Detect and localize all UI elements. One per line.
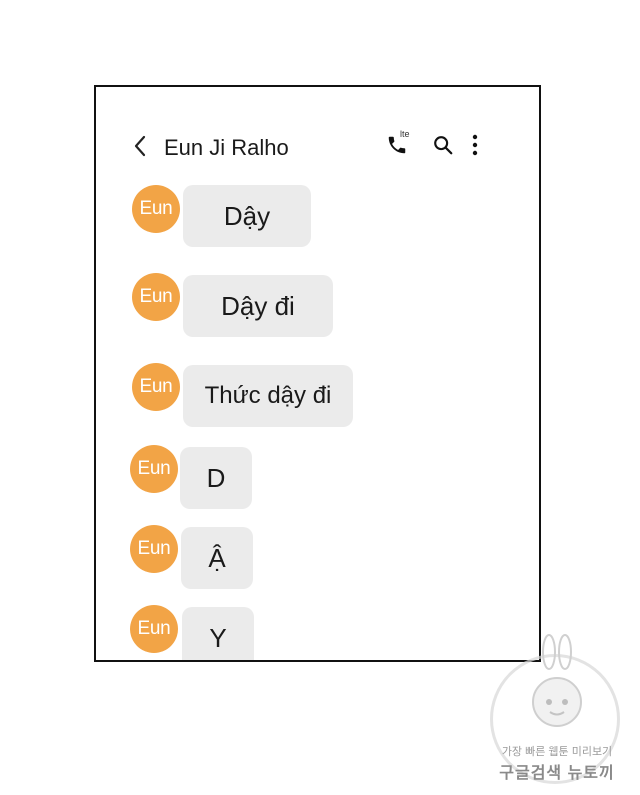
message-bubble: Thức dậy đi (183, 365, 353, 427)
more-options-button[interactable] (466, 131, 484, 159)
more-vertical-icon (472, 134, 478, 156)
search-icon (434, 136, 453, 155)
call-badge: lte (400, 129, 410, 139)
message-bubble: D (180, 447, 252, 509)
watermark: 가장 빠른 웹툰 미리보기 구글검색 뉴토끼 (482, 632, 632, 784)
mascot-face-icon (532, 677, 582, 727)
watermark-site: 구글검색 뉴토끼 (499, 765, 615, 782)
avatar[interactable]: Eun (132, 185, 180, 233)
phone-screen: Eun Ji Ralho lte Eun Dậy Eun Dậy đi Eun (94, 85, 541, 662)
search-button[interactable] (430, 131, 456, 159)
message-bubble: Ậ (181, 527, 253, 589)
avatar[interactable]: Eun (130, 605, 178, 653)
chat-header: Eun Ji Ralho lte (96, 127, 539, 167)
avatar[interactable]: Eun (132, 273, 180, 321)
watermark-tagline: 가장 빠른 웹툰 미리보기 (501, 746, 613, 758)
contact-name: Eun Ji Ralho (164, 135, 289, 160)
avatar[interactable]: Eun (130, 525, 178, 573)
call-button[interactable]: lte (382, 129, 412, 159)
avatar[interactable]: Eun (132, 363, 180, 411)
message-bubble: Dậy đi (183, 275, 333, 337)
message-bubble: Y (182, 607, 254, 660)
message-bubble: Dậy (183, 185, 311, 247)
avatar[interactable]: Eun (130, 445, 178, 493)
chevron-left-icon (134, 135, 146, 157)
back-button[interactable] (130, 133, 150, 159)
